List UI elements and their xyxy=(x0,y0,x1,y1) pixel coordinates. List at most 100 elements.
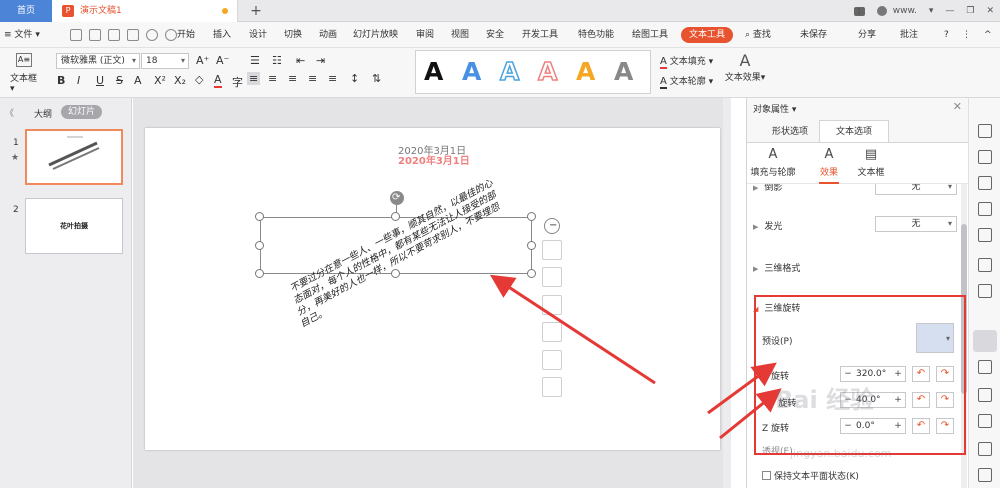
resize-handle-se[interactable] xyxy=(527,269,536,278)
shrink-font-icon[interactable]: A⁻ xyxy=(216,54,229,67)
layers-icon[interactable] xyxy=(542,267,562,287)
rotate-handle-icon[interactable]: ⟳ xyxy=(390,191,404,205)
user-menu-icon[interactable]: ▾ xyxy=(929,6,934,16)
properties-icon[interactable] xyxy=(973,330,997,352)
grow-font-icon[interactable]: A⁺ xyxy=(196,54,209,67)
collapse-panel-icon[interactable]: 《 xyxy=(5,106,14,119)
tab-text-options[interactable]: 文本选项 xyxy=(819,120,889,142)
resize-handle-n[interactable] xyxy=(391,212,400,221)
redo-icon[interactable] xyxy=(165,29,177,41)
resize-handle-w[interactable] xyxy=(255,241,264,250)
text-shadow-button[interactable]: A xyxy=(134,74,142,87)
table-icon[interactable] xyxy=(978,258,992,272)
restore-button[interactable]: ❐ xyxy=(966,6,974,16)
panel-title[interactable]: 对象属性 ▾ xyxy=(753,102,796,115)
justify-button[interactable]: ≡ xyxy=(308,72,317,85)
text-fill-button[interactable]: A 文本填充 ▾ xyxy=(660,54,713,69)
menu-view[interactable]: 视图 xyxy=(451,22,469,48)
italic-button[interactable]: I xyxy=(77,74,80,87)
menu-home[interactable]: 开始 xyxy=(177,22,195,48)
distribute-button[interactable]: ≡ xyxy=(328,72,337,85)
search-button[interactable]: ⌕ 查找 xyxy=(745,22,771,48)
frame-icon[interactable] xyxy=(542,350,562,370)
export-pdf-icon[interactable] xyxy=(89,29,101,41)
menu-slideshow[interactable]: 幻灯片放映 xyxy=(353,22,398,48)
help-button[interactable]: ? xyxy=(944,22,949,48)
font-name-select[interactable]: 微软雅黑 (正文) ▾ xyxy=(56,53,140,69)
resize-handle-ne[interactable] xyxy=(527,212,536,221)
keep-text-flat-checkbox[interactable]: 保持文本平面状态(K) xyxy=(762,469,859,482)
align-left-button[interactable]: ≡ xyxy=(247,72,261,85)
textbox-icon[interactable] xyxy=(542,377,562,397)
text-outline-button[interactable]: A 文本轮廓 ▾ xyxy=(660,74,713,89)
increase-indent-button[interactable]: ⇥ xyxy=(316,54,325,67)
menu-review[interactable]: 审阅 xyxy=(416,22,434,48)
font-size-select[interactable]: 18 ▾ xyxy=(141,53,189,69)
chart-icon[interactable] xyxy=(978,284,992,298)
archive-icon[interactable] xyxy=(978,414,992,428)
minimize-button[interactable]: — xyxy=(945,6,954,16)
reflection-section[interactable]: ▶ 倒影 xyxy=(753,184,782,193)
animation-icon[interactable] xyxy=(978,202,992,216)
menu-features[interactable]: 特色功能 xyxy=(578,22,614,48)
decrease-indent-button[interactable]: ⇤ xyxy=(296,54,305,67)
close-window-button[interactable]: ✕ xyxy=(986,6,994,16)
menu-transition[interactable]: 切换 xyxy=(284,22,302,48)
image-icon[interactable] xyxy=(978,442,992,456)
resize-handle-sw[interactable] xyxy=(255,269,264,278)
wordart-style-1[interactable]: A xyxy=(424,56,443,88)
canvas-scrollbar[interactable] xyxy=(723,98,731,488)
superscript-button[interactable]: X² xyxy=(154,74,166,87)
char-spacing-button[interactable]: 字 xyxy=(232,74,243,90)
numbering-button[interactable]: ☷ xyxy=(272,54,282,67)
menu-security[interactable]: 安全 xyxy=(486,22,504,48)
glow-section[interactable]: ▶ 发光 xyxy=(753,219,782,232)
file-menu[interactable]: ≡ 文件 ▾ xyxy=(4,22,40,48)
bold-button[interactable]: B xyxy=(57,74,65,87)
text-wrap-icon[interactable] xyxy=(542,240,562,260)
pen-icon[interactable] xyxy=(542,295,562,315)
slide-thumbnail-2[interactable]: 花叶拍摄 xyxy=(25,198,123,254)
line-spacing-button[interactable]: ↕ xyxy=(350,72,359,85)
wordart-style-2[interactable]: A xyxy=(462,56,481,88)
wordart-style-4[interactable]: A xyxy=(537,56,558,88)
underline-button[interactable]: U xyxy=(96,74,104,87)
align-right-button[interactable]: ≡ xyxy=(288,72,297,85)
fill-icon[interactable] xyxy=(542,322,562,342)
text-effect-button[interactable]: A 文本效果▾ xyxy=(722,52,768,84)
resize-handle-nw[interactable] xyxy=(255,212,264,221)
more-options-button[interactable]: ⋮ xyxy=(962,22,971,48)
resize-handle-e[interactable] xyxy=(527,241,536,250)
save-icon[interactable] xyxy=(70,29,82,41)
strikethrough-button[interactable]: S xyxy=(116,74,123,87)
slide[interactable]: 2020年3月1日 2020年3月1日 ⟳ 不要过分在意一些人、一些事，顺其自然… xyxy=(145,128,720,450)
collapse-ribbon-button[interactable]: ^ xyxy=(984,22,992,48)
subtab-fill-outline[interactable]: A 填充与轮廓 xyxy=(747,147,799,178)
menu-insert[interactable]: 插入 xyxy=(213,22,231,48)
copy-format-icon[interactable] xyxy=(978,150,992,164)
menu-text-tools[interactable]: 文本工具 xyxy=(681,27,733,43)
subtab-textbox[interactable]: ▤ 文本框 xyxy=(845,147,897,178)
tab-shape-options[interactable]: 形状选项 xyxy=(765,122,815,142)
effects-icon[interactable] xyxy=(978,228,992,242)
subscript-button[interactable]: X₂ xyxy=(174,74,186,87)
font-color-button[interactable]: A xyxy=(214,74,222,88)
wordart-style-6[interactable]: A xyxy=(614,56,633,88)
tab-home[interactable]: 首页 xyxy=(0,0,52,22)
menu-drawing-tools[interactable]: 绘图工具 xyxy=(632,22,668,48)
tab-outline[interactable]: 大纲 xyxy=(34,107,52,120)
tab-slides[interactable]: 幻灯片 xyxy=(61,105,102,119)
text-direction-button[interactable]: ⇅ xyxy=(372,72,381,85)
clear-format-icon[interactable]: ◇ xyxy=(195,73,203,86)
comment-button[interactable]: 批注 xyxy=(900,22,918,48)
slide-editor-canvas[interactable]: 2020年3月1日 2020年3月1日 ⟳ 不要过分在意一些人、一些事，顺其自然… xyxy=(133,98,731,488)
align-center-button[interactable]: ≡ xyxy=(268,72,277,85)
user-name[interactable]: www. xyxy=(893,6,917,16)
glow-select[interactable]: 无 ▾ xyxy=(875,216,957,232)
menu-design[interactable]: 设计 xyxy=(249,22,267,48)
shapes-icon[interactable] xyxy=(978,176,992,190)
picture-icon[interactable] xyxy=(978,360,992,374)
3d-format-section[interactable]: ▶ 三维格式 xyxy=(753,261,800,274)
menu-developer[interactable]: 开发工具 xyxy=(522,22,558,48)
slide-thumbnail-1[interactable] xyxy=(25,129,123,185)
